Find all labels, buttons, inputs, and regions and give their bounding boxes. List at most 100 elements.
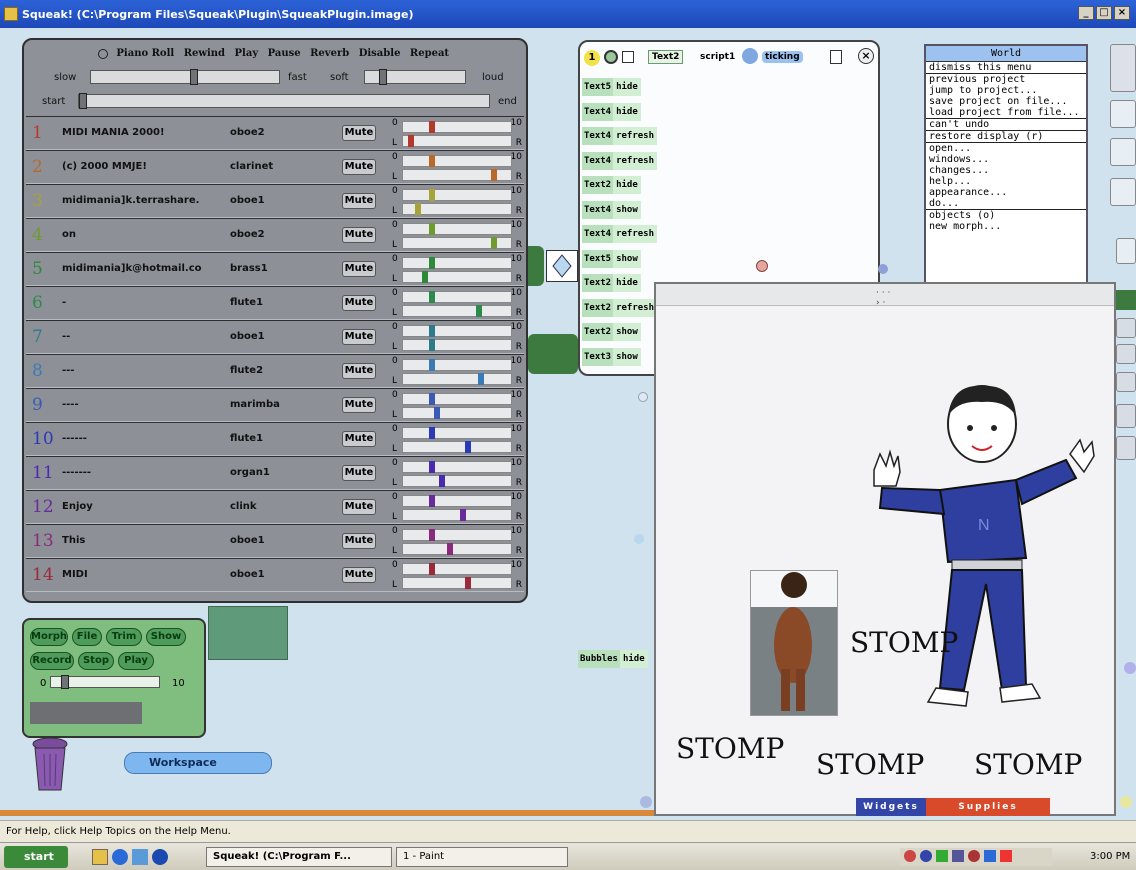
reverb-button[interactable]: Reverb (307, 48, 352, 59)
bubbles-cmd[interactable]: hide (619, 650, 648, 668)
bubbles-obj[interactable]: Bubbles (578, 650, 620, 668)
start-button[interactable]: start (4, 846, 68, 868)
track-pan-slider[interactable] (402, 305, 512, 317)
world-menu-item[interactable]: dismiss this menu (926, 62, 1086, 73)
track-volume-knob[interactable] (429, 155, 435, 167)
script-command-tile[interactable]: show (613, 347, 641, 366)
script-command-tile[interactable]: refresh (613, 225, 658, 243)
flap-right-green[interactable] (1116, 290, 1136, 310)
flap-right-7[interactable] (1116, 344, 1136, 364)
track-instrument[interactable]: flute1 (230, 297, 263, 308)
repeat-button[interactable]: Repeat (407, 48, 452, 59)
track-pan-knob[interactable] (491, 237, 498, 249)
script-line[interactable]: Text4 show (582, 200, 641, 225)
track-volume-knob[interactable] (429, 189, 435, 201)
world-menu-item[interactable]: open... (926, 142, 1086, 154)
taskbar-squeak[interactable]: Squeak! (C:\Program F... (206, 847, 392, 867)
window-titlebar[interactable]: Squeak! (C:\Program Files\Squeak\Plugin\… (0, 0, 1136, 28)
viewer-icon[interactable] (546, 250, 578, 282)
volume-slider-knob[interactable] (378, 69, 387, 85)
mute-button[interactable]: Mute (342, 533, 376, 549)
track-volume-slider[interactable] (402, 563, 512, 575)
track-pan-knob[interactable] (491, 169, 498, 181)
track-instrument[interactable]: marimba (230, 399, 280, 410)
track-volume-slider[interactable] (402, 461, 512, 473)
flap-right-5[interactable] (1116, 238, 1136, 264)
track-pan-slider[interactable] (402, 237, 512, 249)
track-pan-slider[interactable] (402, 203, 512, 215)
stomp-text-2[interactable]: STOMP (676, 732, 784, 765)
flap-right-6[interactable] (1116, 318, 1136, 338)
mute-button[interactable]: Mute (342, 193, 376, 209)
script-line[interactable]: Text3 show (582, 347, 641, 372)
track-pan-slider[interactable] (402, 543, 512, 555)
track-instrument[interactable]: clarinet (230, 161, 273, 172)
play-button[interactable]: Play (232, 48, 262, 59)
ticking-status[interactable]: ticking (762, 51, 803, 63)
track-instrument[interactable]: oboe2 (230, 127, 265, 138)
flap-right-8[interactable] (1116, 372, 1136, 392)
track-row[interactable]: 12 Enjoy clink Mute 0 L 10 R (26, 490, 524, 524)
world-menu-item[interactable]: objects (o) (926, 209, 1086, 221)
world-menu-item[interactable]: can't undo (926, 118, 1086, 130)
script-run-icon[interactable] (604, 50, 618, 64)
track-pan-knob[interactable] (421, 271, 428, 283)
script-line[interactable]: Text5 hide (582, 78, 641, 102)
script-command-tile[interactable]: show (613, 249, 641, 268)
script-owner-tile[interactable]: Text2 (648, 50, 684, 64)
track-volume-slider[interactable] (402, 495, 512, 507)
green-rectangle[interactable] (208, 606, 288, 660)
track-volume-knob[interactable] (429, 563, 435, 575)
script-line[interactable]: Text4 refresh (582, 225, 658, 249)
script-command-tile[interactable]: hide (613, 78, 641, 96)
track-volume-knob[interactable] (429, 427, 435, 439)
rewind-button[interactable]: Rewind (181, 48, 228, 59)
track-row[interactable]: 3 midimania]k.terrashare. oboe1 Mute 0 L… (26, 184, 524, 218)
tray-icon-3[interactable] (936, 850, 948, 862)
position-slider-knob[interactable] (79, 93, 87, 109)
script-object-tile[interactable]: Text4 (582, 151, 614, 170)
track-pan-slider[interactable] (402, 577, 512, 589)
record-button[interactable]: Record (30, 652, 74, 670)
script-line[interactable]: Text2 refresh (582, 298, 658, 323)
script-object-tile[interactable]: Text4 (582, 225, 614, 243)
track-pan-knob[interactable] (415, 203, 422, 215)
world-menu-item[interactable]: load project from file... (926, 107, 1086, 118)
volume-slider[interactable] (364, 69, 466, 85)
mute-button[interactable]: Mute (342, 125, 376, 141)
mute-button[interactable]: Mute (342, 431, 376, 447)
track-instrument[interactable]: oboe1 (230, 195, 265, 206)
halo-handle-icon-4[interactable] (640, 796, 652, 808)
piano-roll-button[interactable]: Piano Roll (113, 48, 177, 59)
midi-player-panel[interactable]: Piano Roll Rewind Play Pause Reverb Disa… (22, 38, 528, 603)
track-volume-slider[interactable] (402, 325, 512, 337)
track-instrument[interactable]: clink (230, 501, 257, 512)
script-object-tile[interactable]: Text2 (582, 274, 614, 292)
script-command-tile[interactable]: hide (613, 176, 641, 194)
track-row[interactable]: 10 ------ flute1 Mute 0 L 10 R (26, 422, 524, 456)
trim-button[interactable]: Trim (106, 628, 142, 646)
squeak-world[interactable]: Piano Roll Rewind Play Pause Reverb Disa… (0, 28, 1136, 820)
halo-handle-icon[interactable] (878, 264, 888, 274)
script-line[interactable]: Text2 show (582, 323, 641, 347)
mute-button[interactable]: Mute (342, 295, 376, 311)
script-object-tile[interactable]: Text3 (582, 347, 614, 366)
track-row[interactable]: 5 midimania]k@hotmail.co brass1 Mute 0 L… (26, 252, 524, 286)
track-pan-slider[interactable] (402, 475, 512, 487)
halo-handle-icon-5[interactable] (1124, 662, 1136, 674)
track-row[interactable]: 6 - flute1 Mute 0 L 10 R (26, 286, 524, 320)
track-volume-slider[interactable] (402, 529, 512, 541)
track-volume-slider[interactable] (402, 121, 512, 133)
track-volume-slider[interactable] (402, 291, 512, 303)
quick-launch-ie-icon[interactable] (112, 849, 128, 865)
track-volume-knob[interactable] (429, 325, 435, 337)
track-volume-knob[interactable] (429, 223, 435, 235)
track-row[interactable]: 8 --- flute2 Mute 0 L 10 R (26, 354, 524, 388)
tray-icon-7[interactable] (1000, 850, 1012, 862)
world-menu-item[interactable]: do... (926, 198, 1086, 209)
flap-right-3[interactable] (1110, 138, 1136, 166)
file-button[interactable]: File (72, 628, 102, 646)
tempo-slider-knob[interactable] (190, 69, 198, 85)
track-pan-slider[interactable] (402, 271, 512, 283)
track-pan-knob[interactable] (465, 577, 472, 589)
